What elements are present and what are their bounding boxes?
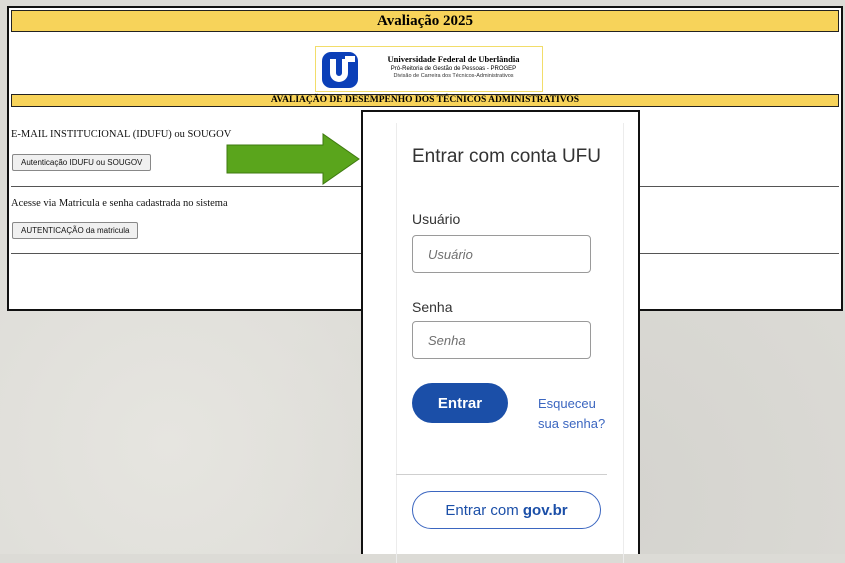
username-input[interactable] bbox=[412, 235, 591, 273]
password-label: Senha bbox=[412, 299, 453, 315]
login-title: Entrar com conta UFU bbox=[412, 146, 601, 167]
govbr-brand: gov.br bbox=[522, 501, 568, 519]
login-panel: Entrar com conta UFU Usuário Senha Entra… bbox=[361, 110, 640, 563]
ufu-logo-banner: Universidade Federal de Uberlândia Pró-R… bbox=[315, 46, 543, 92]
division-name: Divisão de Carreira dos Técnicos-Adminis… bbox=[393, 73, 514, 79]
ufu-logo-icon bbox=[322, 52, 358, 88]
section-title: AVALIAÇÃO DE DESEMPENHO DOS TÉCNICOS ADM… bbox=[11, 94, 839, 107]
password-input[interactable] bbox=[412, 321, 591, 359]
govbr-login-button[interactable]: Entrar com gov.br bbox=[412, 491, 601, 529]
page-title: Avaliação 2025 bbox=[11, 10, 839, 32]
govbr-button-label: Entrar com bbox=[445, 501, 523, 519]
login-button[interactable]: Entrar bbox=[412, 383, 508, 423]
progep-name: Pró-Reitoria de Gestão de Pessoas - PROG… bbox=[390, 66, 517, 72]
matricula-login-label: Acesse via Matricula e senha cadastrada … bbox=[11, 198, 228, 209]
idufu-auth-button[interactable]: Autenticação IDUFU ou SOUGOV bbox=[12, 154, 152, 171]
divider bbox=[396, 474, 607, 475]
username-label: Usuário bbox=[412, 211, 461, 227]
arrow-right-icon bbox=[226, 133, 360, 185]
email-login-label: E-MAIL INSTITUCIONAL (IDUFU) ou SOUGOV bbox=[11, 129, 232, 140]
university-name: Universidade Federal de Uberlândia bbox=[387, 54, 520, 64]
forgot-password-link[interactable]: Esqueceu sua senha? bbox=[538, 394, 608, 434]
matricula-auth-button[interactable]: AUTENTICAÇÃO da matricula bbox=[12, 222, 139, 239]
